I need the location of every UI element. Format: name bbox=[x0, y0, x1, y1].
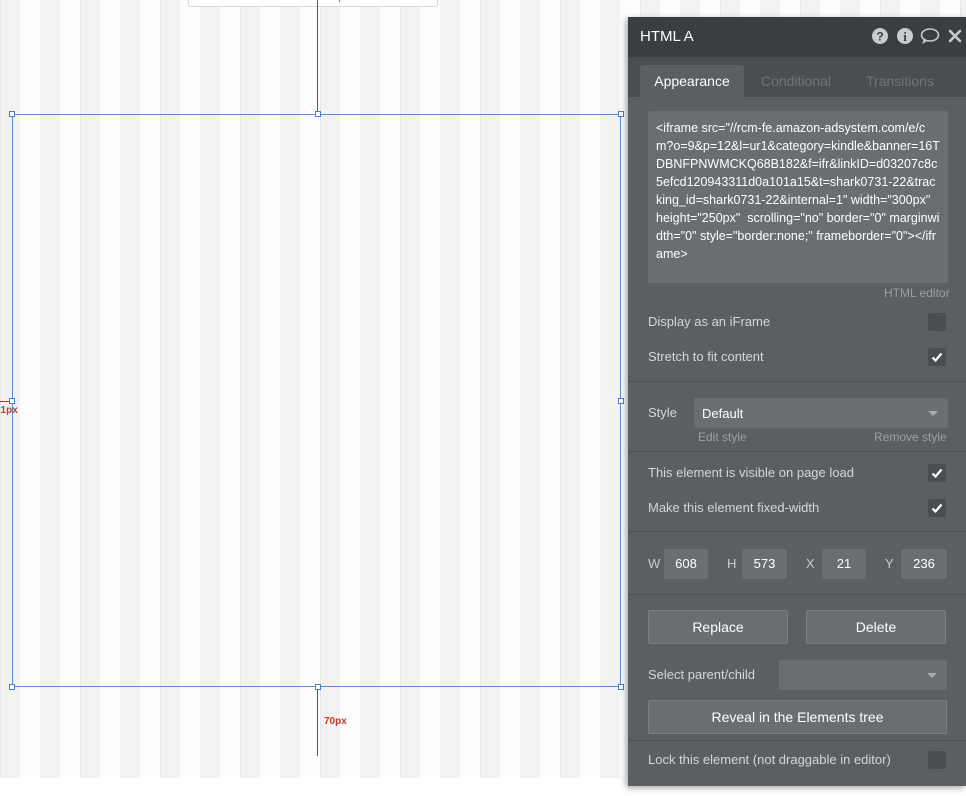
display-iframe-checkbox[interactable] bbox=[928, 313, 946, 331]
stretch-content-label: Stretch to fit content bbox=[648, 349, 764, 364]
info-icon[interactable]: i bbox=[896, 27, 914, 45]
chevron-down-icon bbox=[928, 411, 938, 416]
remove-style-link[interactable]: Remove style bbox=[874, 430, 947, 444]
top-distance-line bbox=[317, 0, 318, 114]
tab-appearance[interactable]: Appearance bbox=[640, 65, 744, 97]
resize-handle-top-right[interactable] bbox=[618, 111, 624, 117]
style-dropdown-value: Default bbox=[702, 406, 744, 421]
resize-handle-bottom-right[interactable] bbox=[618, 684, 624, 690]
close-icon[interactable] bbox=[946, 27, 964, 45]
height-input[interactable]: 573 bbox=[742, 549, 787, 579]
lock-element-checkbox[interactable] bbox=[928, 751, 946, 769]
left-distance-label: 21px bbox=[0, 405, 18, 416]
display-iframe-label: Display as an iFrame bbox=[648, 314, 771, 329]
x-label: X bbox=[806, 556, 815, 571]
panel-header[interactable]: HTML A ? i bbox=[628, 17, 966, 57]
parent-child-label: Select parent/child bbox=[648, 667, 755, 682]
delete-button[interactable]: Delete bbox=[806, 610, 946, 644]
divider bbox=[628, 594, 966, 595]
comment-icon[interactable] bbox=[920, 27, 940, 45]
width-label: W bbox=[648, 556, 661, 571]
y-label: Y bbox=[885, 556, 894, 571]
checkmark-icon bbox=[931, 468, 943, 479]
checkmark-icon bbox=[931, 503, 943, 514]
x-input[interactable]: 21 bbox=[822, 549, 866, 579]
chevron-down-icon bbox=[927, 673, 937, 678]
visible-on-load-checkbox[interactable] bbox=[928, 464, 946, 482]
bottom-distance-line bbox=[317, 688, 318, 756]
fixed-width-label: Make this element fixed-width bbox=[648, 500, 820, 515]
element-above[interactable] bbox=[188, 0, 438, 7]
visible-on-load-label: This element is visible on page load bbox=[648, 465, 854, 480]
replace-button[interactable]: Replace bbox=[648, 610, 788, 644]
svg-text:?: ? bbox=[876, 30, 883, 44]
html-code-input[interactable]: <iframe src="//rcm-fe.amazon-adsystem.co… bbox=[648, 111, 948, 283]
property-editor-panel: HTML A ? i Appearance Conditional Transi… bbox=[628, 17, 966, 786]
panel-title: HTML A bbox=[640, 28, 694, 45]
width-input[interactable]: 608 bbox=[664, 549, 708, 579]
divider bbox=[628, 531, 966, 532]
divider bbox=[628, 740, 966, 741]
svg-text:i: i bbox=[903, 29, 907, 44]
resize-handle-right[interactable] bbox=[618, 398, 624, 404]
resize-handle-left[interactable] bbox=[9, 398, 15, 404]
fixed-width-checkbox[interactable] bbox=[928, 499, 946, 517]
y-input[interactable]: 236 bbox=[901, 549, 947, 579]
divider bbox=[628, 381, 966, 382]
selected-html-element[interactable] bbox=[12, 114, 621, 687]
style-dropdown[interactable]: Default bbox=[694, 398, 948, 428]
panel-tabs: Appearance Conditional Transitions bbox=[628, 57, 966, 97]
lock-element-label: Lock this element (not draggable in edit… bbox=[648, 752, 891, 767]
resize-handle-bottom-left[interactable] bbox=[9, 684, 15, 690]
divider bbox=[628, 451, 966, 452]
bottom-distance-label: 70px bbox=[324, 716, 347, 727]
resize-handle-top[interactable] bbox=[315, 111, 321, 117]
html-code-text: <iframe src="//rcm-fe.amazon-adsystem.co… bbox=[656, 121, 940, 261]
edit-style-link[interactable]: Edit style bbox=[698, 430, 747, 444]
stretch-content-checkbox[interactable] bbox=[928, 348, 946, 366]
html-editor-link[interactable]: HTML editor bbox=[884, 286, 950, 300]
height-label: H bbox=[727, 556, 737, 571]
style-label: Style bbox=[648, 405, 677, 420]
tab-conditional[interactable]: Conditional bbox=[746, 65, 846, 97]
resize-handle-bottom[interactable] bbox=[315, 684, 321, 690]
checkmark-icon bbox=[931, 352, 943, 363]
resize-handle-top-left[interactable] bbox=[9, 111, 15, 117]
tab-transitions[interactable]: Transitions bbox=[850, 65, 950, 97]
help-icon[interactable]: ? bbox=[871, 27, 889, 45]
parent-child-dropdown[interactable] bbox=[779, 660, 947, 690]
reveal-in-elements-tree-button[interactable]: Reveal in the Elements tree bbox=[648, 700, 947, 734]
